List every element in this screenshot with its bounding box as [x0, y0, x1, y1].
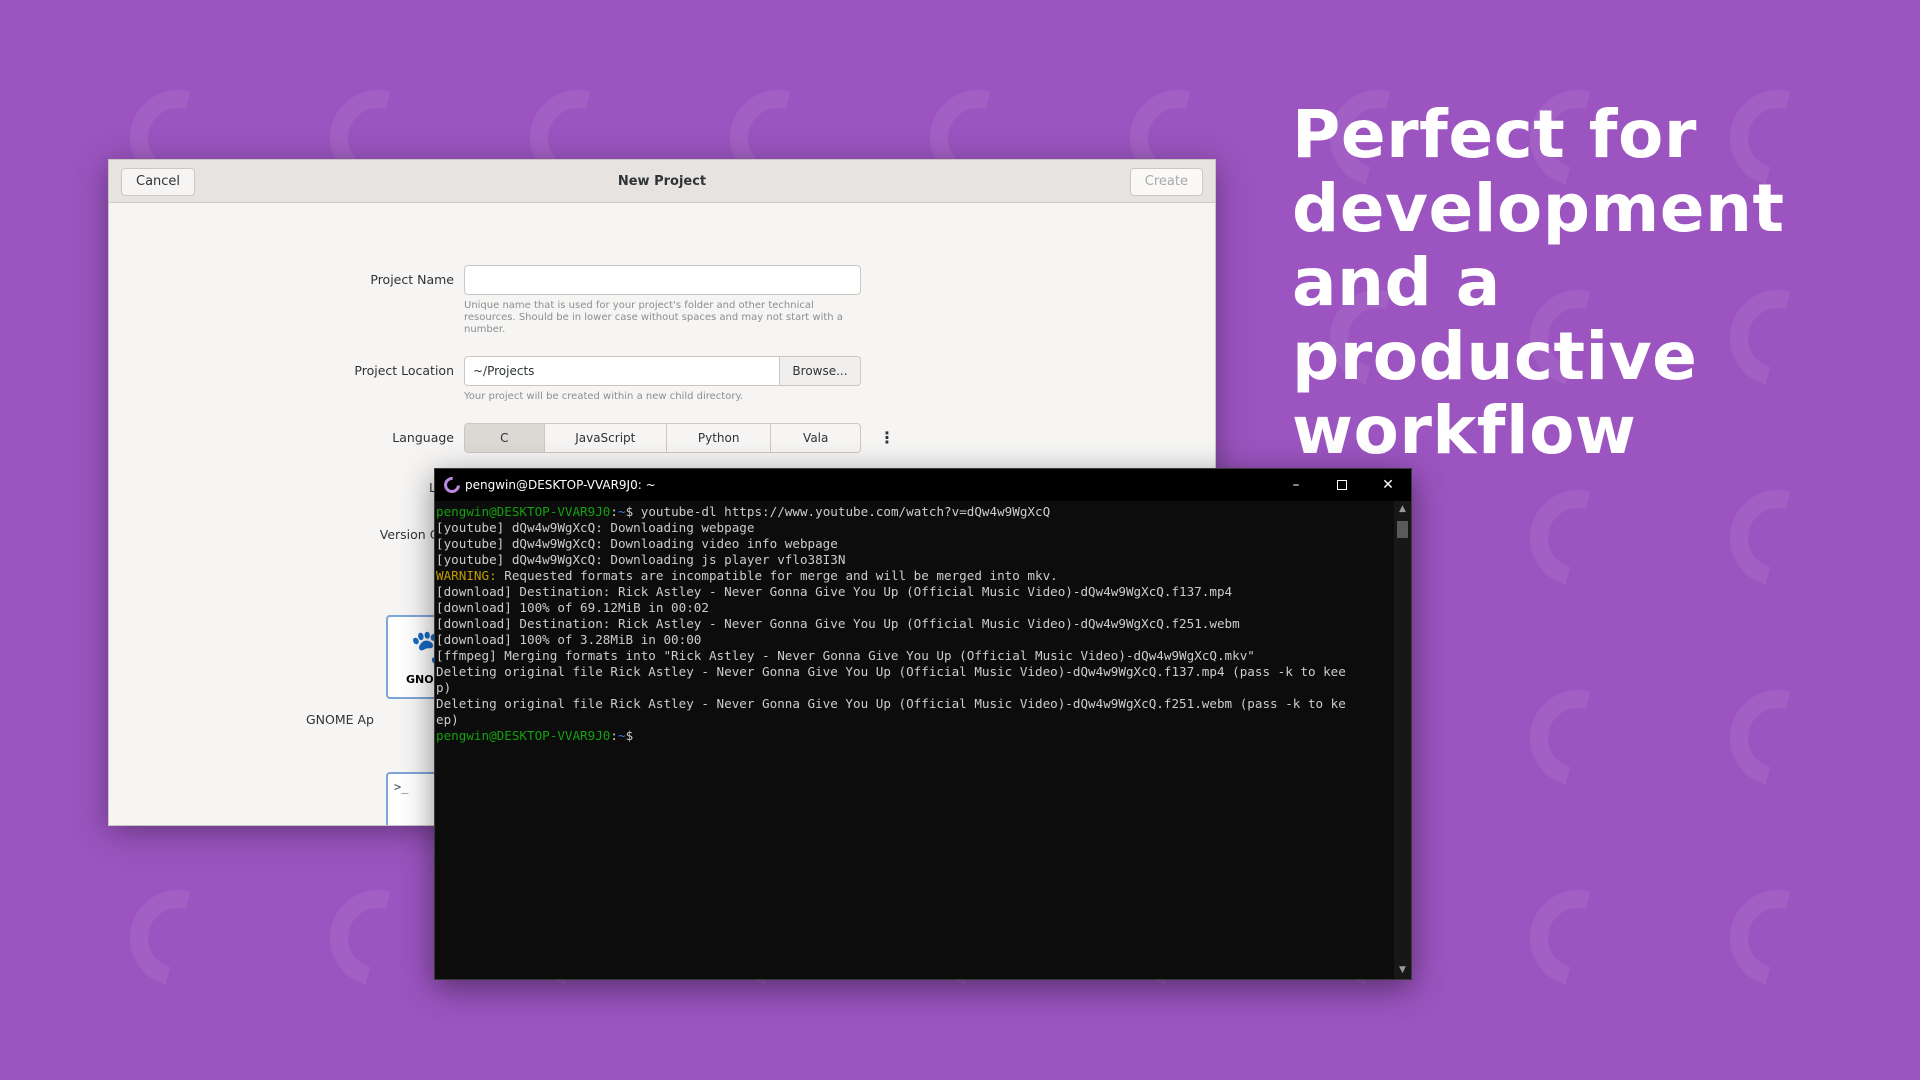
- terminal-prompt-path: ~: [617, 504, 626, 519]
- gnome-logo-text: GNO: [406, 673, 434, 686]
- template-gnome-app-label: GNOME Ap: [305, 712, 374, 727]
- watermark-logo-icon: [312, 872, 444, 1004]
- terminal-line-text: [youtube] dQw4w9WgXcQ: Downloading js pl…: [436, 552, 846, 567]
- terminal-line-text: Requested formats are incompatible for m…: [496, 568, 1058, 583]
- terminal-line: WARNING: Requested formats are incompati…: [436, 568, 1394, 584]
- more-options-icon[interactable]: ⋮: [879, 430, 895, 446]
- project-name-hint: Unique name that is used for your projec…: [464, 300, 843, 335]
- terminal-line: [youtube] dQw4w9WgXcQ: Downloading js pl…: [436, 552, 1394, 568]
- terminal-line: [download] 100% of 3.28MiB in 00:00: [436, 632, 1394, 648]
- terminal-prompt-icon: >_: [394, 780, 409, 794]
- terminal-line: Deleting original file Rick Astley - Nev…: [436, 696, 1394, 712]
- version-control-label: Version Con: [379, 527, 454, 542]
- language-option-c[interactable]: C: [465, 424, 545, 452]
- terminal-warning-tag: WARNING:: [436, 568, 497, 583]
- terminal-line-text: [ffmpeg] Merging formats into "Rick Astl…: [436, 648, 1255, 663]
- headline-line-3: and a productive: [1292, 244, 1698, 395]
- terminal-line-text: [download] Destination: Rick Astley - Ne…: [436, 584, 1233, 599]
- terminal-line-text: p): [436, 680, 452, 695]
- dialog-title: New Project: [617, 174, 707, 189]
- terminal-line: Deleting original file Rick Astley - Nev…: [436, 664, 1394, 680]
- terminal-line: [ffmpeg] Merging formats into "Rick Astl…: [436, 648, 1394, 664]
- headline-line-1: Perfect for: [1292, 96, 1697, 173]
- terminal-prompt-user: pengwin@DESKTOP-VVAR9J0: [436, 504, 611, 519]
- language-option-javascript[interactable]: JavaScript: [545, 424, 667, 452]
- terminal-prompt-user: pengwin@DESKTOP-VVAR9J0: [436, 728, 611, 743]
- terminal-line: [download] Destination: Rick Astley - Ne…: [436, 584, 1394, 600]
- language-selector: C JavaScript Python Vala: [464, 423, 861, 453]
- project-name-input[interactable]: [464, 265, 861, 295]
- terminal-line-text: [download] 100% of 3.28MiB in 00:00: [436, 632, 702, 647]
- watermark-logo-icon: [1712, 472, 1844, 604]
- terminal-line-text: [youtube] dQw4w9WgXcQ: Downloading video…: [436, 536, 838, 551]
- language-option-vala[interactable]: Vala: [771, 424, 860, 452]
- terminal-prompt-separator: :: [610, 504, 618, 519]
- terminal-line: pengwin@DESKTOP-VVAR9J0:~$: [436, 728, 1394, 744]
- terminal-command: $ youtube-dl https://www.youtube.com/wat…: [625, 504, 1051, 519]
- terminal-titlebar: pengwin@DESKTOP-VVAR9J0: ~ – ✕: [435, 469, 1411, 501]
- dialog-header: Cancel New Project Create: [109, 160, 1215, 203]
- terminal-line-text: ep): [436, 712, 459, 727]
- headline-line-2: development: [1292, 170, 1785, 247]
- headline: Perfect for development and a productive…: [1292, 98, 1892, 468]
- terminal-line: [youtube] dQw4w9WgXcQ: Downloading webpa…: [436, 520, 1394, 536]
- terminal-line: [youtube] dQw4w9WgXcQ: Downloading video…: [436, 536, 1394, 552]
- terminal-line-text: [download] Destination: Rick Astley - Ne…: [436, 616, 1240, 631]
- pengwin-logo-icon: [440, 473, 464, 497]
- terminal-line: p): [436, 680, 1394, 696]
- terminal-scrollbar[interactable]: ▲ ▼: [1394, 501, 1411, 979]
- minimize-icon[interactable]: –: [1273, 469, 1319, 501]
- language-option-python[interactable]: Python: [667, 424, 772, 452]
- terminal-command: $: [625, 728, 634, 743]
- terminal-prompt-separator: :: [610, 728, 618, 743]
- scrollbar-thumb[interactable]: [1397, 521, 1408, 538]
- watermark-logo-icon: [112, 872, 244, 1004]
- license-label: Lice: [254, 480, 454, 495]
- headline-line-4: workflow: [1292, 392, 1637, 469]
- language-label: Language: [392, 430, 454, 445]
- close-icon[interactable]: ✕: [1365, 469, 1411, 501]
- terminal-window: pengwin@DESKTOP-VVAR9J0: ~ – ✕ pengwin@D…: [434, 468, 1412, 980]
- create-button[interactable]: Create: [1129, 168, 1203, 196]
- terminal-title: pengwin@DESKTOP-VVAR9J0: ~: [465, 478, 656, 492]
- watermark-logo-icon: [1712, 872, 1844, 1004]
- watermark-logo-icon: [1712, 672, 1844, 804]
- terminal-prompt-path: ~: [617, 728, 626, 743]
- project-location-label: Project Location: [354, 363, 454, 378]
- scroll-down-icon[interactable]: ▼: [1394, 962, 1411, 979]
- terminal-line-text: Deleting original file Rick Astley - Nev…: [436, 664, 1346, 679]
- watermark-logo-icon: [1512, 472, 1644, 604]
- watermark-logo-icon: [1512, 872, 1644, 1004]
- project-name-label: Project Name: [370, 272, 454, 287]
- project-location-hint: Your project will be created within a ne…: [464, 391, 744, 402]
- terminal-line: ep): [436, 712, 1394, 728]
- project-location-input[interactable]: ~/Projects: [464, 356, 780, 386]
- watermark-logo-icon: [1512, 672, 1644, 804]
- terminal-output[interactable]: pengwin@DESKTOP-VVAR9J0:~$ youtube-dl ht…: [435, 501, 1394, 979]
- terminal-line-text: [youtube] dQw4w9WgXcQ: Downloading webpa…: [436, 520, 755, 535]
- terminal-line: [download] 100% of 69.12MiB in 00:02: [436, 600, 1394, 616]
- terminal-line-text: Deleting original file Rick Astley - Nev…: [436, 696, 1346, 711]
- scroll-up-icon[interactable]: ▲: [1394, 501, 1411, 518]
- terminal-line: [download] Destination: Rick Astley - Ne…: [436, 616, 1394, 632]
- maximize-icon[interactable]: [1319, 469, 1365, 501]
- browse-button[interactable]: Browse...: [779, 356, 861, 386]
- terminal-line: pengwin@DESKTOP-VVAR9J0:~$ youtube-dl ht…: [436, 504, 1394, 520]
- terminal-line-text: [download] 100% of 69.12MiB in 00:02: [436, 600, 709, 615]
